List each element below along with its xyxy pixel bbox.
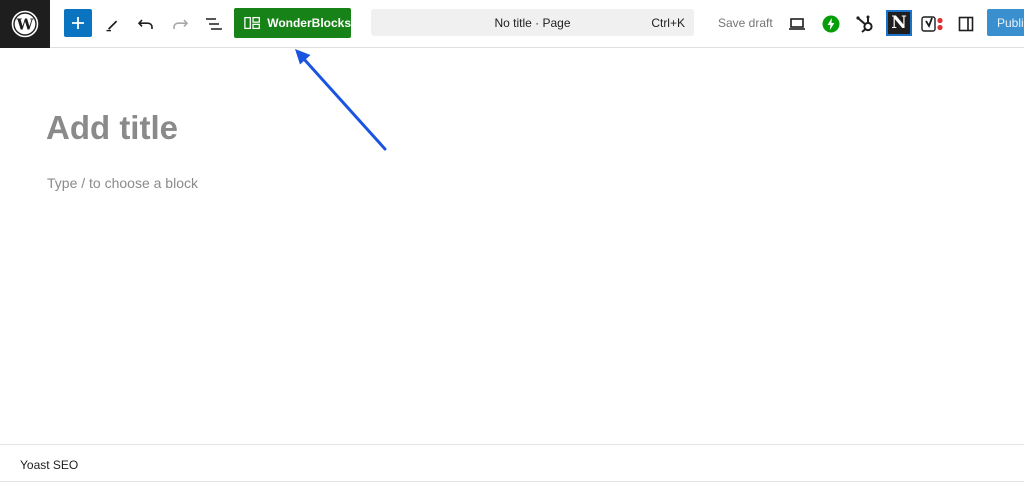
hubspot-button[interactable] <box>849 8 881 40</box>
jetpack-bolt-icon <box>822 15 840 33</box>
yoast-seo-metabox[interactable]: Yoast SEO <box>0 444 1024 482</box>
yoast-button[interactable] <box>917 8 949 40</box>
document-title-label: No title · Page <box>494 16 571 30</box>
tools-button[interactable] <box>96 8 128 40</box>
editor-toolbar: W WonderBlocks No title · Page Ctrl+K Sa… <box>0 0 1024 48</box>
command-shortcut-label: Ctrl+K <box>651 16 685 30</box>
laptop-icon <box>789 18 805 30</box>
n-plugin-button[interactable]: N <box>886 10 912 36</box>
wonderblocks-button[interactable]: WonderBlocks <box>234 8 351 38</box>
editor-canvas: Add title Type / to choose a block <box>0 49 1024 444</box>
preview-button[interactable] <box>781 8 813 40</box>
block-appender-input[interactable]: Type / to choose a block <box>47 175 198 191</box>
settings-sidebar-button[interactable] <box>950 8 982 40</box>
wonderblocks-label: WonderBlocks <box>267 16 351 30</box>
plus-icon <box>72 17 84 29</box>
publish-button[interactable]: Publi <box>987 9 1024 36</box>
list-view-icon <box>206 18 222 30</box>
svg-text:W: W <box>16 16 35 34</box>
undo-button[interactable] <box>130 8 162 40</box>
undo-icon <box>137 19 153 29</box>
metabox-title: Yoast SEO <box>20 458 79 472</box>
command-palette-bar[interactable]: No title · Page Ctrl+K <box>371 9 694 36</box>
hubspot-sprocket-icon <box>856 15 873 33</box>
document-overview-button[interactable] <box>198 8 230 40</box>
wordpress-logo-icon: W <box>11 10 39 38</box>
redo-button[interactable] <box>164 8 196 40</box>
block-inserter-button[interactable] <box>64 9 92 37</box>
post-title-input[interactable]: Add title <box>46 109 178 147</box>
pencil-icon <box>106 20 118 32</box>
save-draft-button[interactable]: Save draft <box>718 16 773 30</box>
redo-icon <box>173 19 189 29</box>
sidebar-panel-icon <box>958 16 974 32</box>
wordpress-logo-button[interactable]: W <box>0 0 50 48</box>
yoast-icon <box>921 16 943 32</box>
wonderblocks-icon <box>244 16 260 30</box>
jetpack-button[interactable] <box>815 8 847 40</box>
